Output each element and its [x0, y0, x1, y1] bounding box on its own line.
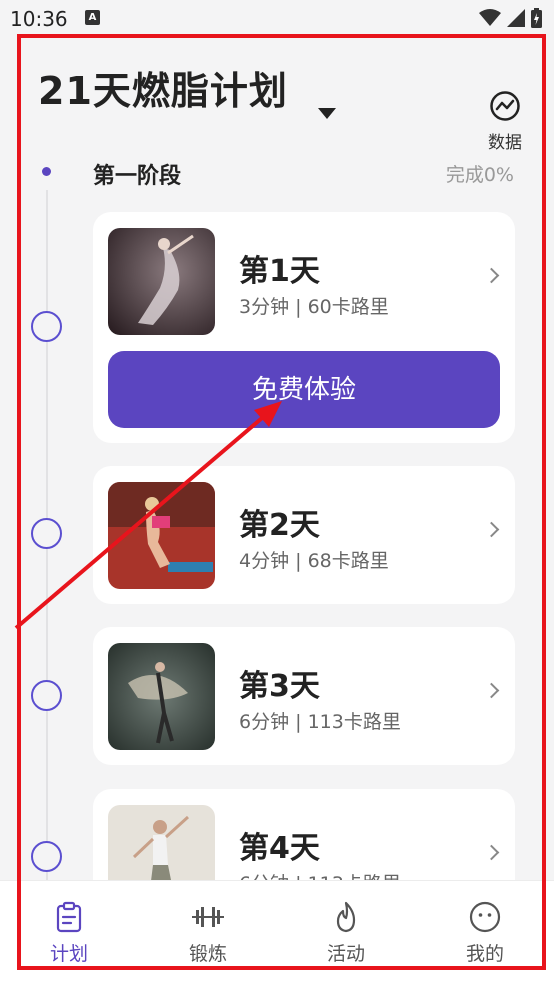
status-bar: 10:36 A	[0, 0, 554, 36]
battery-icon	[531, 8, 542, 28]
timeline-node	[31, 311, 62, 342]
notification-icon: A	[85, 10, 100, 25]
tab-label: 计划	[49, 943, 88, 965]
day-meta: 4分钟 | 68卡路里	[239, 550, 389, 572]
day-title: 第1天	[239, 254, 320, 289]
phase-header: 第一阶段 完成0%	[0, 150, 554, 194]
signal-icon	[507, 9, 525, 27]
workout-thumbnail	[108, 643, 215, 750]
header: 21天燃脂计划 数据	[0, 36, 554, 153]
bottom-tab-bar: 计划 锻炼 活动 我的	[0, 880, 554, 984]
dumbbell-icon	[192, 907, 224, 927]
tab-label: 活动	[326, 943, 365, 965]
day-meta: 6分钟 | 113卡路里	[239, 711, 401, 733]
phase-dot	[42, 167, 51, 176]
flame-icon	[336, 901, 356, 933]
chevron-right-icon	[483, 521, 500, 538]
tab-mine[interactable]: 我的	[440, 895, 530, 975]
tab-label: 锻炼	[188, 943, 227, 965]
tab-plan[interactable]: 计划	[24, 895, 114, 975]
timeline-node	[31, 841, 62, 872]
day-card[interactable]: 第1天 3分钟 | 60卡路里 免费体验	[93, 212, 515, 443]
wifi-icon	[479, 9, 501, 26]
day-title: 第3天	[239, 669, 320, 704]
phase-title: 第一阶段	[93, 164, 182, 189]
timeline-node	[31, 680, 62, 711]
chevron-right-icon	[483, 682, 500, 699]
data-button[interactable]: 数据	[484, 90, 526, 153]
day-card[interactable]: 第2天 4分钟 | 68卡路里	[93, 466, 515, 604]
system-icons	[479, 8, 542, 28]
smiley-icon	[469, 901, 501, 933]
tab-workout[interactable]: 锻炼	[163, 895, 253, 975]
phase-progress: 完成0%	[445, 164, 514, 186]
plan-title[interactable]: 21天燃脂计划	[38, 60, 288, 115]
tab-label: 我的	[465, 943, 504, 965]
status-time: 10:36	[10, 7, 68, 31]
chevron-right-icon	[483, 267, 500, 284]
timeline-node	[31, 518, 62, 549]
workout-thumbnail	[108, 482, 215, 589]
workout-thumbnail	[108, 228, 215, 335]
day-meta: 3分钟 | 60卡路里	[239, 296, 389, 318]
clipboard-icon	[56, 901, 82, 933]
day-card[interactable]: 第3天 6分钟 | 113卡路里	[93, 627, 515, 765]
caret-down-icon[interactable]	[318, 108, 336, 119]
day-title: 第4天	[239, 831, 320, 866]
free-trial-button[interactable]: 免费体验	[108, 351, 500, 428]
day-title: 第2天	[239, 508, 320, 543]
chart-trend-icon	[490, 91, 520, 121]
chevron-right-icon	[483, 844, 500, 861]
tab-activity[interactable]: 活动	[301, 895, 391, 975]
